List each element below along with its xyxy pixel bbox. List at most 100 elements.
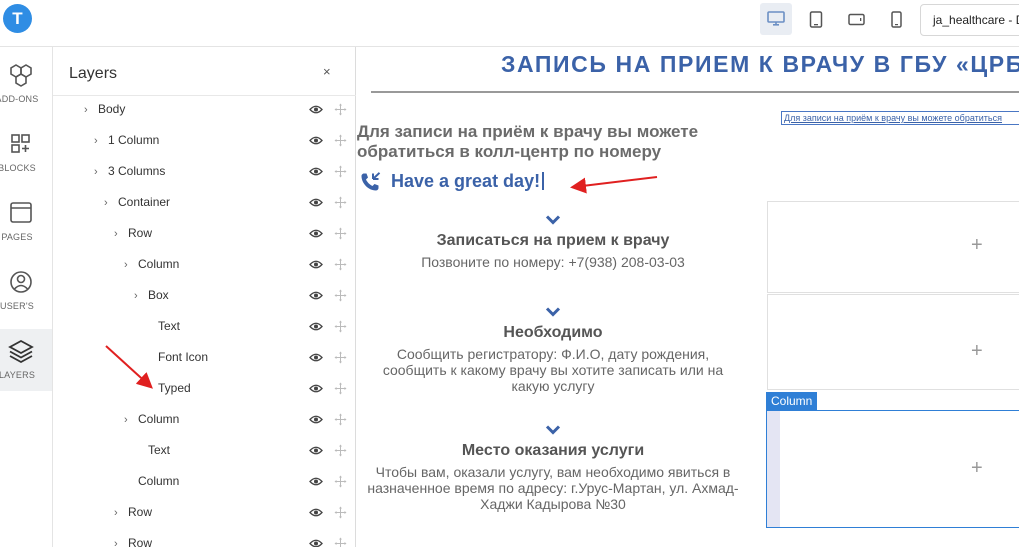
empty-column[interactable]: +: [767, 294, 1019, 390]
add-icon[interactable]: +: [971, 340, 983, 363]
move-icon[interactable]: [334, 537, 347, 547]
rail-label: LAYERS: [0, 370, 36, 380]
move-icon[interactable]: [334, 475, 347, 488]
page-icon: [10, 202, 32, 223]
section-required[interactable]: Необходимо Сообщить регистратору: Ф.И.О,…: [357, 305, 749, 394]
layer-row[interactable]: › Row: [53, 219, 356, 250]
layer-row[interactable]: › Container: [53, 188, 356, 219]
app-logo[interactable]: T: [3, 4, 32, 33]
rail-item-addons[interactable]: ADD-ONS: [0, 53, 52, 115]
eye-icon[interactable]: [309, 197, 323, 208]
move-icon[interactable]: [334, 382, 347, 395]
eye-icon[interactable]: [309, 321, 323, 332]
rail-item-blocks[interactable]: BLOCKS: [0, 122, 52, 184]
layer-row[interactable]: Font Icon: [53, 343, 356, 374]
empty-column[interactable]: +: [767, 201, 1019, 293]
left-rail: ADD-ONS BLOCKS PAGES USER'S: [0, 47, 53, 547]
move-icon[interactable]: [334, 444, 347, 457]
layer-label: Row: [128, 536, 153, 547]
user-icon: [10, 271, 32, 293]
chevron-right-icon[interactable]: ›: [124, 259, 128, 271]
layer-row[interactable]: › Column: [53, 405, 356, 436]
layer-row[interactable]: › Body: [53, 95, 356, 126]
move-icon[interactable]: [334, 506, 347, 519]
tablet-landscape-icon[interactable]: [840, 3, 872, 35]
move-icon[interactable]: [334, 320, 347, 333]
layer-label: Text: [148, 443, 171, 457]
desktop-icon[interactable]: [760, 3, 792, 35]
layer-row[interactable]: Column: [53, 467, 356, 498]
add-icon[interactable]: +: [971, 234, 983, 257]
layer-label: Typed: [158, 381, 191, 395]
eye-icon[interactable]: [309, 476, 323, 487]
column-tag[interactable]: Column: [766, 392, 818, 411]
eye-icon[interactable]: [309, 352, 323, 363]
chevron-right-icon[interactable]: ›: [94, 166, 98, 178]
eye-icon[interactable]: [309, 135, 323, 146]
chevron-down-icon: [357, 305, 749, 319]
intro-text[interactable]: Для записи на приём к врачу вы можете об…: [357, 122, 757, 162]
move-icon[interactable]: [334, 258, 347, 271]
layer-row[interactable]: Typed: [53, 374, 356, 405]
eye-icon[interactable]: [309, 259, 323, 270]
eye-icon[interactable]: [309, 166, 323, 177]
layer-row[interactable]: Text: [53, 312, 356, 343]
move-icon[interactable]: [334, 289, 347, 302]
eye-icon[interactable]: [309, 383, 323, 394]
eye-icon[interactable]: [309, 414, 323, 425]
chevron-right-icon[interactable]: ›: [104, 197, 108, 209]
typed-text[interactable]: Have a great day!: [391, 171, 545, 192]
layer-row[interactable]: › 3 Columns: [53, 157, 356, 188]
selected-column[interactable]: +: [766, 410, 1019, 528]
eye-icon[interactable]: [309, 538, 323, 547]
layer-row[interactable]: › 1 Column: [53, 126, 356, 157]
layer-label: Box: [148, 288, 169, 302]
move-icon[interactable]: [334, 103, 347, 116]
eye-icon[interactable]: [309, 507, 323, 518]
move-icon[interactable]: [334, 165, 347, 178]
project-selector[interactable]: ja_healthcare - D: [920, 4, 1019, 36]
section-location[interactable]: Место оказания услуги Чтобы вам, оказали…: [357, 423, 749, 512]
layer-row[interactable]: › Row: [53, 498, 356, 529]
close-icon[interactable]: ×: [323, 64, 337, 79]
layer-label: Column: [138, 412, 180, 426]
chevron-right-icon[interactable]: ›: [114, 538, 118, 547]
section-text: Чтобы вам, оказали услугу, вам необходим…: [367, 464, 739, 512]
rail-item-layers[interactable]: LAYERS: [0, 329, 52, 391]
rail-item-users[interactable]: USER'S: [0, 260, 52, 322]
chevron-right-icon[interactable]: ›: [124, 414, 128, 426]
section-appointment[interactable]: Записаться на прием к врачу Позвоните по…: [357, 213, 749, 270]
add-icon[interactable]: +: [971, 457, 983, 480]
rail-item-pages[interactable]: PAGES: [0, 191, 52, 253]
rail-label: PAGES: [1, 232, 33, 242]
move-icon[interactable]: [334, 351, 347, 364]
layer-row[interactable]: › Column: [53, 250, 356, 281]
move-icon[interactable]: [334, 227, 347, 240]
selected-text-link[interactable]: Для записи на приём к врачу вы можете об…: [781, 111, 1019, 125]
typed-caret: [542, 172, 545, 190]
tablet-icon[interactable]: [800, 3, 832, 35]
page-heading[interactable]: ЗАПИСЬ НА ПРИЕМ К ВРАЧУ В ГБУ «ЦРБ: [501, 51, 1019, 78]
layer-label: Row: [128, 505, 153, 519]
eye-icon[interactable]: [309, 445, 323, 456]
mobile-icon[interactable]: [880, 3, 912, 35]
eye-icon[interactable]: [309, 104, 323, 115]
eye-icon[interactable]: [309, 228, 323, 239]
typed-value: Have a great day!: [391, 171, 541, 191]
layer-label: 3 Columns: [108, 164, 166, 178]
heading-divider: [371, 91, 1019, 93]
layer-row[interactable]: › Box: [53, 281, 356, 312]
eye-icon[interactable]: [309, 290, 323, 301]
move-icon[interactable]: [334, 134, 347, 147]
layer-label: Text: [158, 319, 181, 333]
chevron-right-icon[interactable]: ›: [114, 507, 118, 519]
layer-row[interactable]: › Row: [53, 529, 356, 547]
layer-row[interactable]: Text: [53, 436, 356, 467]
move-icon[interactable]: [334, 196, 347, 209]
editor-canvas[interactable]: ЗАПИСЬ НА ПРИЕМ К ВРАЧУ В ГБУ «ЦРБ Для з…: [357, 47, 1019, 547]
chevron-right-icon[interactable]: ›: [134, 290, 138, 302]
move-icon[interactable]: [334, 413, 347, 426]
chevron-right-icon[interactable]: ›: [114, 228, 118, 240]
chevron-right-icon[interactable]: ›: [84, 104, 88, 116]
chevron-right-icon[interactable]: ›: [94, 135, 98, 147]
